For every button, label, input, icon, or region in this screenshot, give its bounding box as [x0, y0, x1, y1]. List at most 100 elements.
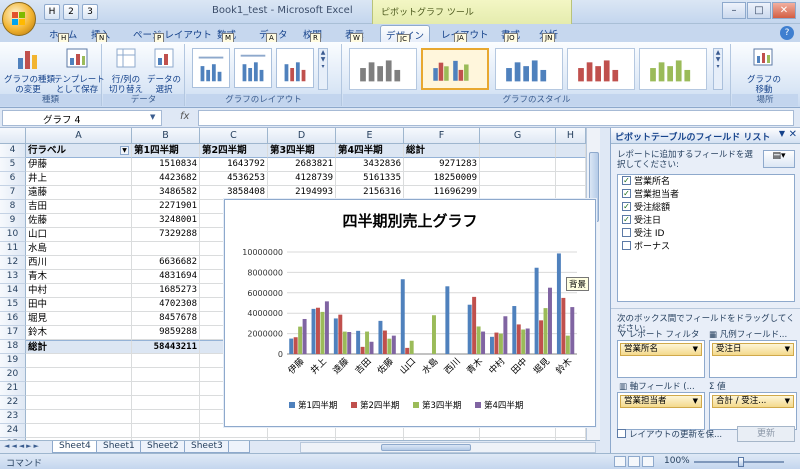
- col-header-e[interactable]: E: [336, 128, 404, 144]
- field-item[interactable]: ✓ 営業所名: [622, 176, 670, 189]
- switch-row-column-button[interactable]: 行/列の 切り替え: [107, 46, 145, 95]
- cell[interactable]: 3248001: [132, 214, 200, 228]
- layout-thumb-3[interactable]: [276, 48, 314, 88]
- zoom-level[interactable]: 100%: [664, 456, 690, 466]
- row-header[interactable]: 8: [0, 200, 26, 214]
- cell[interactable]: 6636682: [132, 256, 200, 270]
- col-header-f[interactable]: F: [404, 128, 480, 144]
- tab-view[interactable]: 表示W: [340, 25, 369, 44]
- fx-icon[interactable]: fx: [180, 111, 189, 122]
- cell[interactable]: [26, 354, 132, 368]
- col-header-c[interactable]: C: [200, 128, 268, 144]
- cell[interactable]: 4702308: [132, 298, 200, 312]
- cell[interactable]: 吉田: [26, 200, 132, 214]
- sheet-tab-sheet3[interactable]: Sheet3: [184, 441, 230, 453]
- cell[interactable]: 1685273: [132, 284, 200, 298]
- sheet-tab-sheet2[interactable]: Sheet2: [140, 441, 186, 453]
- field-checkbox[interactable]: ✓: [622, 202, 631, 211]
- legend-chip[interactable]: 受注日 ▼: [712, 343, 794, 356]
- row-header[interactable]: 10: [0, 228, 26, 242]
- col-header-b[interactable]: B: [132, 128, 200, 144]
- legend-field-area[interactable]: 受注日 ▼: [709, 340, 797, 378]
- tab-home[interactable]: ホームH: [44, 25, 82, 44]
- cell[interactable]: 伊藤: [26, 158, 132, 172]
- cell[interactable]: [132, 354, 200, 368]
- minimize-button[interactable]: –: [722, 2, 746, 19]
- sheet-nav-arrows[interactable]: ◄◄◄►►: [4, 442, 41, 450]
- row-header[interactable]: 16: [0, 312, 26, 326]
- cell[interactable]: 1643792: [200, 158, 268, 172]
- values-area[interactable]: 合計 / 受注... ▼: [709, 392, 797, 430]
- style-thumb-gray[interactable]: [349, 48, 417, 90]
- cell[interactable]: 3432836: [336, 158, 404, 172]
- row-header[interactable]: 17: [0, 326, 26, 340]
- help-icon[interactable]: ?: [780, 26, 794, 40]
- cell[interactable]: 中村: [26, 284, 132, 298]
- layout-thumb-1[interactable]: [192, 48, 230, 88]
- cell[interactable]: [132, 242, 200, 256]
- row-header[interactable]: 4: [0, 144, 26, 158]
- page-layout-view-button[interactable]: [628, 456, 640, 467]
- tab-review[interactable]: 校閲R: [298, 25, 327, 44]
- horizontal-scrollbar[interactable]: [300, 442, 596, 453]
- cell[interactable]: [480, 172, 556, 186]
- cell[interactable]: 7329288: [132, 228, 200, 242]
- col-header-g[interactable]: G: [480, 128, 556, 144]
- cell[interactable]: [480, 186, 556, 200]
- cell[interactable]: [132, 424, 200, 438]
- name-box-dropdown-icon[interactable]: ▼: [150, 113, 155, 121]
- row-header[interactable]: 19: [0, 354, 26, 368]
- cell[interactable]: 4831694: [132, 270, 200, 284]
- horizontal-scroll-thumb[interactable]: [381, 444, 471, 451]
- row-header[interactable]: 5: [0, 158, 26, 172]
- cell[interactable]: 4536253: [200, 172, 268, 186]
- values-chip[interactable]: 合計 / 受注... ▼: [712, 395, 794, 408]
- pivot-header-cell[interactable]: 行ラベル ▼: [26, 144, 132, 158]
- col-header-h[interactable]: H: [556, 128, 586, 144]
- qat-save-button[interactable]: H: [44, 4, 60, 20]
- field-checkbox[interactable]: [622, 228, 631, 237]
- row-header[interactable]: 14: [0, 284, 26, 298]
- cell[interactable]: [132, 396, 200, 410]
- row-header[interactable]: 7: [0, 186, 26, 200]
- style-gallery-scroll[interactable]: ▲ ▼ ▾: [713, 48, 723, 90]
- cell[interactable]: 4423682: [132, 172, 200, 186]
- axis-field-area[interactable]: 営業担当者 ▼: [617, 392, 705, 430]
- select-all-corner[interactable]: [0, 128, 26, 144]
- cell[interactable]: 9859288: [132, 326, 200, 340]
- row-header[interactable]: 20: [0, 368, 26, 382]
- field-item[interactable]: 受注 ID: [622, 228, 664, 241]
- row-header[interactable]: 9: [0, 214, 26, 228]
- field-checkbox[interactable]: [622, 241, 631, 250]
- row-header[interactable]: 15: [0, 298, 26, 312]
- office-button[interactable]: [2, 2, 36, 36]
- cell[interactable]: 2156316: [336, 186, 404, 200]
- pivot-header-cell[interactable]: [556, 144, 586, 158]
- cell[interactable]: [26, 368, 132, 382]
- total-cell[interactable]: 58443211: [132, 340, 200, 354]
- row-header[interactable]: 24: [0, 424, 26, 438]
- field-checkbox[interactable]: ✓: [622, 215, 631, 224]
- cell[interactable]: [26, 410, 132, 424]
- report-filter-area[interactable]: 営業所名 ▼: [617, 340, 705, 378]
- cell[interactable]: 田中: [26, 298, 132, 312]
- pane-divider[interactable]: [611, 308, 800, 312]
- tab-page-layout[interactable]: ページ レイアウト P: [128, 25, 217, 44]
- tab-insert[interactable]: 挿入N: [86, 25, 115, 44]
- cell[interactable]: 18250009: [404, 172, 480, 186]
- cell[interactable]: [26, 396, 132, 410]
- total-cell[interactable]: 総計: [26, 340, 132, 354]
- field-item[interactable]: ✓ 営業担当者: [622, 189, 679, 202]
- cell[interactable]: [480, 158, 556, 172]
- pivot-header-cell[interactable]: [480, 144, 556, 158]
- cell[interactable]: 山口: [26, 228, 132, 242]
- cell[interactable]: 青木: [26, 270, 132, 284]
- field-checkbox[interactable]: ✓: [622, 189, 631, 198]
- cell[interactable]: [556, 172, 586, 186]
- formula-input[interactable]: [198, 110, 794, 126]
- pane-options-icon[interactable]: ▼: [779, 129, 785, 138]
- cell[interactable]: 9271283: [404, 158, 480, 172]
- tab-layout[interactable]: レイアウトJA: [436, 25, 494, 44]
- cell[interactable]: 2194993: [268, 186, 336, 200]
- page-break-view-button[interactable]: [642, 456, 654, 467]
